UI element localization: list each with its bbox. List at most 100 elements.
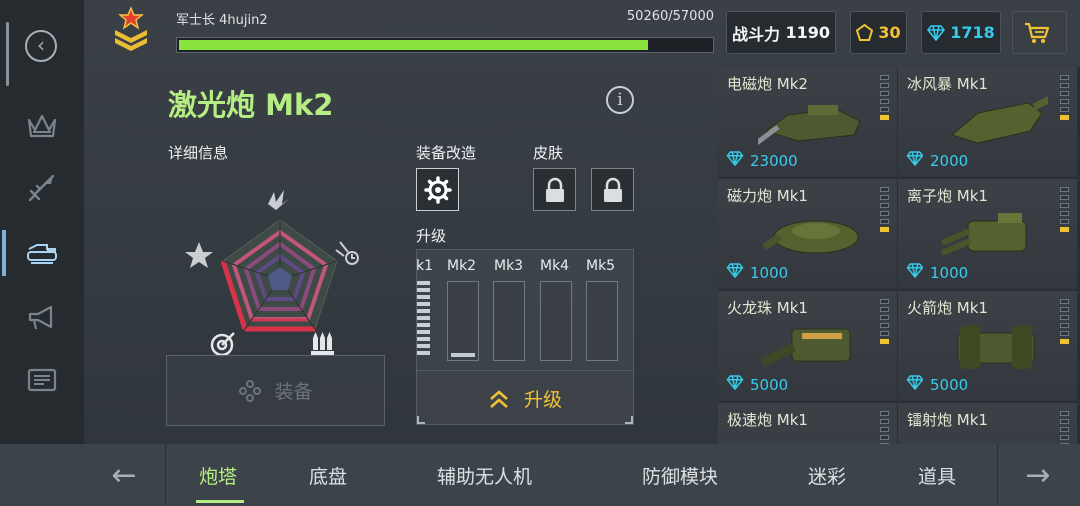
level-mk2-fill — [451, 353, 475, 357]
turret-card[interactable]: 离子炮 Mk1 1000 — [898, 179, 1077, 289]
gamepad-icon — [239, 379, 262, 402]
turret-price-value: 5000 — [930, 375, 969, 394]
upgrade-meter — [880, 299, 889, 347]
turret-image — [758, 105, 861, 146]
crystal-icon — [856, 24, 874, 41]
tab-paints[interactable]: 迷彩 — [808, 462, 846, 489]
megaphone-icon[interactable] — [22, 298, 62, 338]
turret-image — [938, 427, 1048, 444]
messages-icon[interactable] — [22, 361, 62, 401]
tab-separator — [165, 444, 166, 506]
tab-turrets[interactable]: 炮塔 — [199, 462, 237, 489]
turret-card[interactable]: 镭射炮 Mk1 — [898, 403, 1077, 444]
rank-insignia — [112, 6, 150, 52]
xp-bar — [176, 37, 714, 53]
upgrade-button[interactable]: 升级 — [417, 370, 633, 424]
level-label-mk1: k1 — [416, 258, 434, 274]
star-stat-icon — [185, 242, 213, 268]
garage-screen: ‹ 军士长 4hujin2 50260/57000 战斗力 1190 30 17… — [0, 0, 1080, 506]
turret-card[interactable]: 火箭炮 Mk1 5000 — [898, 291, 1077, 401]
turret-card[interactable]: 火龙珠 Mk1 5000 — [718, 291, 897, 401]
level-label-mk4: Mk4 — [540, 258, 570, 274]
tab-supplies[interactable]: 道具 — [918, 462, 956, 489]
upgrade-meter — [1060, 75, 1069, 123]
info-icon[interactable]: i — [606, 86, 634, 114]
tab-protection-modules[interactable]: 防御模块 — [642, 462, 718, 489]
turret-price: 23000 — [726, 151, 798, 170]
rail-active-indicator — [2, 230, 6, 276]
turret-card[interactable]: 冰风暴 Mk1 2000 — [898, 67, 1077, 177]
tab-drones[interactable]: 辅助无人机 — [437, 462, 532, 489]
combat-power-label: 战斗力 — [731, 24, 780, 44]
turret-price: 5000 — [906, 375, 968, 394]
turret-price-value: 2000 — [930, 151, 969, 170]
turret-price: 2000 — [906, 151, 968, 170]
level-mk2-progress — [447, 281, 479, 361]
tab-hulls[interactable]: 底盘 — [309, 462, 347, 489]
upgrade-button-label: 升级 — [523, 389, 562, 411]
skin-slot-locked-1[interactable] — [533, 168, 576, 211]
crystal-counter[interactable]: 30 — [850, 11, 907, 54]
sword-icon[interactable] — [22, 168, 62, 208]
corner-mark — [417, 416, 425, 424]
shop-cart-button[interactable] — [1012, 11, 1067, 54]
upgrade-label: 升级 — [416, 227, 447, 245]
diamond-counter[interactable]: 1718 — [921, 11, 1001, 54]
skin-label: 皮肤 — [533, 144, 564, 162]
equip-label: 装备 — [274, 381, 313, 403]
turret-image — [758, 427, 868, 444]
crown-icon[interactable] — [22, 105, 62, 145]
turret-card[interactable]: 磁力炮 Mk1 1000 — [718, 179, 897, 289]
ammo-stat-icon — [311, 332, 334, 355]
xp-text: 50260/57000 — [626, 9, 714, 24]
diamond-icon — [726, 263, 750, 282]
skin-slot-locked-2[interactable] — [591, 168, 634, 211]
tab-next-arrow[interactable]: → — [996, 444, 1080, 506]
tank-garage-icon[interactable] — [22, 232, 62, 272]
turret-list: 电磁炮 Mk2 23000 冰风暴 Mk1 2000 磁力炮 Mk1 1000 离子炮 Mk… — [718, 67, 1080, 444]
tab-prev-arrow[interactable]: ← — [82, 444, 166, 506]
details-label: 详细信息 — [168, 144, 229, 162]
xp-bar-fill — [179, 40, 649, 50]
active-tab-underline — [196, 500, 244, 503]
level-mk4-progress — [540, 281, 572, 361]
diamond-icon — [906, 151, 930, 170]
lock-icon — [545, 177, 564, 202]
rail-edge — [6, 22, 9, 86]
equip-button[interactable]: 装备 — [166, 355, 385, 426]
player-name: 军士长 4hujin2 — [176, 13, 268, 28]
combat-power-value: 1190 — [785, 23, 831, 42]
diamond-icon — [906, 375, 930, 394]
mod-slot-button[interactable] — [416, 168, 459, 211]
diamond-icon — [927, 24, 946, 41]
upgrade-meter — [880, 411, 889, 444]
rate-of-fire-stat-icon — [335, 241, 359, 265]
level-label-mk2: Mk2 — [447, 258, 477, 274]
cart-icon — [1025, 22, 1050, 43]
double-chevron-up-icon — [490, 389, 508, 408]
lock-icon — [603, 177, 622, 202]
level-mk1-progress — [417, 281, 430, 361]
combat-power-box: 战斗力 1190 — [726, 11, 836, 54]
left-nav-rail: ‹ — [0, 0, 84, 473]
accuracy-stat-icon — [210, 332, 235, 357]
upgrade-meter — [880, 187, 889, 235]
turret-card[interactable]: 电磁炮 Mk2 23000 — [718, 67, 897, 177]
level-label-mk3: Mk3 — [494, 258, 524, 274]
turret-image — [950, 96, 1048, 144]
upgrade-meter — [1060, 299, 1069, 347]
back-button[interactable]: ‹ — [25, 30, 57, 62]
turret-price: 5000 — [726, 375, 788, 394]
turret-price-value: 1000 — [750, 263, 789, 282]
damage-stat-icon — [268, 190, 290, 210]
level-label-mk5: Mk5 — [586, 258, 616, 274]
turret-price-value: 1000 — [930, 263, 969, 282]
level-mk3-progress — [493, 281, 525, 361]
turret-price-value: 23000 — [750, 151, 798, 170]
turret-price-value: 5000 — [750, 375, 789, 394]
turret-card[interactable]: 极速炮 Mk1 — [718, 403, 897, 444]
turret-price: 1000 — [906, 263, 968, 282]
diamond-icon — [906, 263, 930, 282]
diamond-count: 1718 — [950, 23, 995, 42]
item-title: 激光炮 Mk2 — [168, 88, 334, 122]
